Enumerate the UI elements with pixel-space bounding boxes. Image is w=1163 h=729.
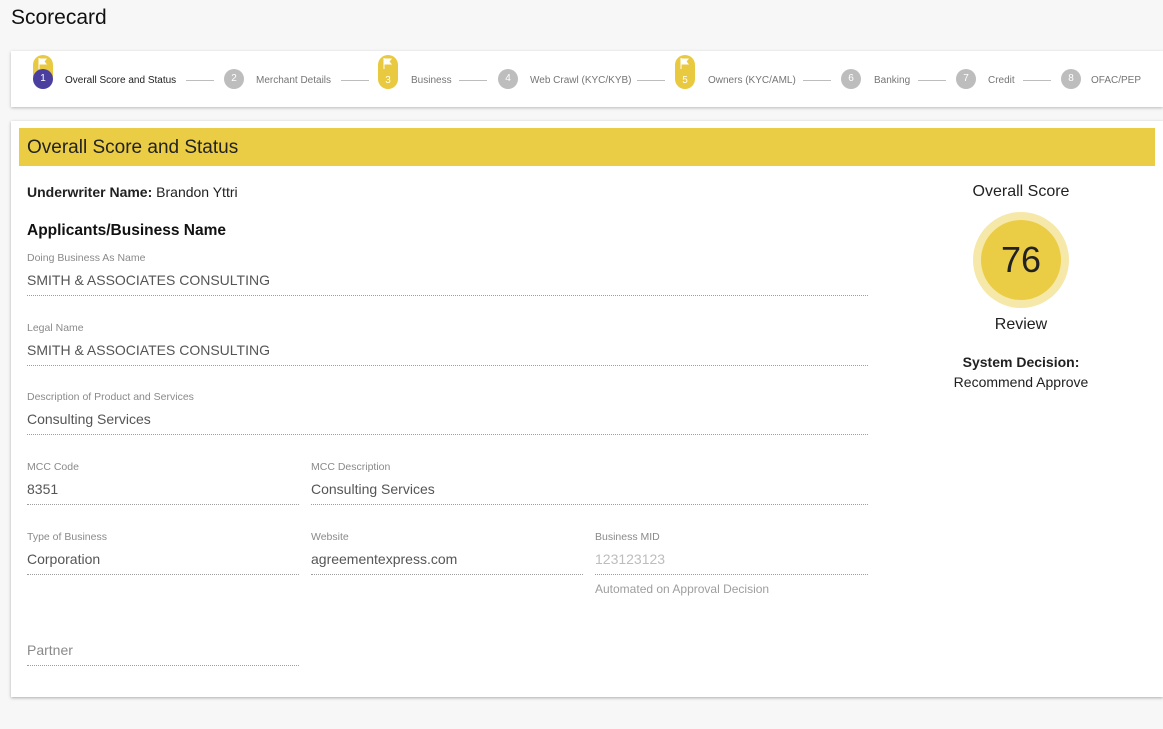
flag-icon [675,55,695,77]
legal-name-value: SMITH & ASSOCIATES CONSULTING [27,342,270,358]
step-label: Business [411,75,452,86]
step-label: Credit [988,75,1015,86]
score-value: 76 [981,220,1061,300]
step-number: 1 [33,69,53,89]
dba-label: Doing Business As Name [27,252,146,264]
step-label: Owners (KYC/AML) [708,75,796,86]
step-connector [803,80,831,81]
scorecard-card: Overall Score and Status Underwriter Nam… [11,121,1163,697]
step-label: Web Crawl (KYC/KYB) [530,75,632,86]
system-decision-value: Recommend Approve [953,374,1089,390]
mcc-description-label: MCC Description [311,461,391,473]
step-number: 4 [498,69,518,89]
step-label: Merchant Details [256,75,332,86]
step-number: 3 [378,75,398,89]
step-label: Overall Score and Status [65,75,177,86]
step-connector [459,80,487,81]
description-field[interactable]: Description of Product and Services Cons… [27,391,868,435]
step-label: OFAC/PEP [1091,75,1142,86]
website-label: Website [311,531,349,543]
score-status: Review [994,316,1048,333]
score-ring: 76 [973,212,1069,308]
partner-placeholder: Partner [27,642,73,658]
mcc-description-field[interactable]: MCC Description Consulting Services [311,461,868,505]
type-of-business-label: Type of Business [27,531,107,543]
flag-icon [378,55,398,77]
step-number: 2 [224,69,244,89]
legal-name-field[interactable]: Legal Name SMITH & ASSOCIATES CONSULTING [27,322,868,366]
dba-field[interactable]: Doing Business As Name SMITH & ASSOCIATE… [27,252,868,296]
stepper: 1 Overall Score and Status 2 Merchant De… [11,51,1163,107]
mcc-description-value: Consulting Services [311,481,435,497]
step-connector [341,80,369,81]
step-number: 6 [841,69,861,89]
underwriter-name: Brandon Yttri [156,184,238,200]
type-of-business-value: Corporation [27,551,101,567]
website-value: agreementexpress.com [311,551,458,567]
business-mid-value: 123123123 [595,551,666,567]
business-mid-field: Business MID 123123123 [595,531,868,575]
mcc-code-label: MCC Code [27,461,79,473]
business-mid-hint: Automated on Approval Decision [595,582,770,596]
step-connector [637,80,665,81]
business-mid-label: Business MID [595,531,660,543]
step-number: 8 [1061,69,1081,89]
step-label: Banking [874,75,911,86]
section-title: Overall Score and Status [27,137,239,158]
website-field[interactable]: Website agreementexpress.com [311,531,583,575]
description-label: Description of Product and Services [27,391,194,403]
system-decision-label: System Decision: [962,354,1080,370]
underwriter-label: Underwriter Name: [27,184,153,200]
step-connector [186,80,214,81]
legal-name-label: Legal Name [27,322,84,334]
section-header: Overall Score and Status [19,128,1155,166]
step-connector [1023,80,1051,81]
mcc-code-value: 8351 [27,481,59,497]
underwriter: Underwriter Name: Brandon Yttri [27,184,238,200]
description-value: Consulting Services [27,411,151,427]
type-of-business-field[interactable]: Type of Business Corporation [27,531,299,575]
partner-field[interactable]: Partner [27,642,299,666]
dba-value: SMITH & ASSOCIATES CONSULTING [27,272,270,288]
score-panel: Overall Score 76 Review System Decision:… [901,183,1141,390]
step-connector [918,80,946,81]
mcc-code-field[interactable]: MCC Code 8351 [27,461,299,505]
applicants-heading: Applicants/Business Name [27,222,226,239]
page-title: Scorecard [11,6,107,29]
step-number: 7 [956,69,976,89]
overall-score-label: Overall Score [972,183,1070,200]
step-number: 5 [675,75,695,89]
